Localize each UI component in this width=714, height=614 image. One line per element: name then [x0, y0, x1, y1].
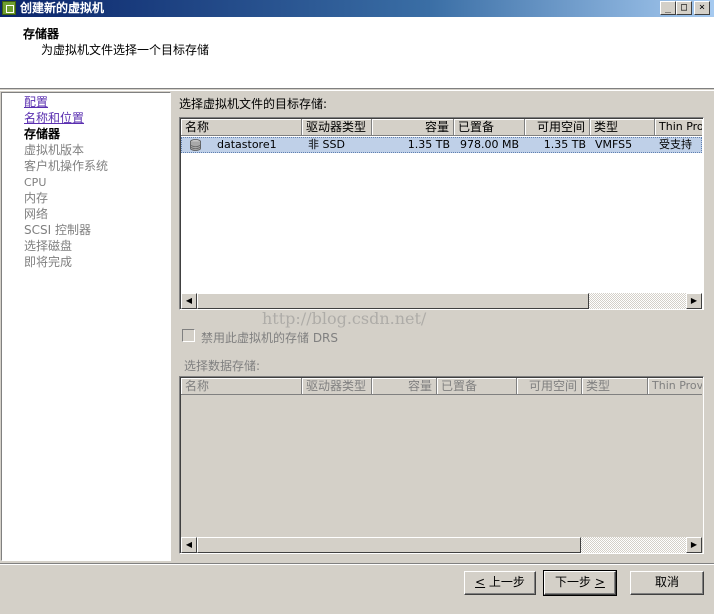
next-label: 下一步: [555, 575, 595, 589]
scroll-right-button[interactable]: ▶: [686, 293, 702, 309]
table-row[interactable]: datastore1 非 SSD 1.35 TB 978.00 MB 1.35 …: [181, 137, 702, 153]
back-label: 上一步: [485, 575, 525, 589]
cell-thin-provisioning: 受支持: [659, 138, 692, 151]
scroll-left-button[interactable]: ◀: [181, 293, 197, 309]
col-thin-provisioning[interactable]: Thin Provi: [655, 119, 702, 136]
ds-scroll-thumb: [197, 537, 581, 553]
ds-scroll-right-button: ▶: [686, 537, 702, 553]
cancel-button[interactable]: 取消: [630, 571, 704, 595]
window-title: 创建新的虚拟机: [20, 1, 105, 15]
col-provisioned[interactable]: 已置备: [454, 119, 525, 136]
target-storage-label: 选择虚拟机文件的目标存储:: [179, 97, 328, 111]
next-hotkey: >: [594, 575, 605, 589]
ds-col-type: 类型: [582, 378, 648, 395]
back-button[interactable]: < 上一步: [464, 571, 536, 595]
col-name[interactable]: 名称: [181, 119, 302, 136]
ds-col-capacity: 容量: [372, 378, 437, 395]
database-icon: [190, 139, 201, 151]
ds-col-provisioned: 已置备: [437, 378, 517, 395]
back-hotkey: <: [475, 575, 486, 589]
storage-list[interactable]: 名称 驱动器类型 容量 已置备 可用空间 类型 Thin Provi datas…: [179, 117, 704, 310]
cell-drive-type: 非 SSD: [308, 138, 345, 151]
ds-col-drive-type: 驱动器类型: [302, 378, 372, 395]
col-drive-type[interactable]: 驱动器类型: [302, 119, 372, 136]
cell-provisioned: 978.00 MB: [460, 138, 520, 151]
scroll-thumb[interactable]: [197, 293, 589, 309]
datastore-list-hscrollbar: ◀ ▶: [181, 537, 702, 553]
step-select-disk: 选择磁盘: [24, 239, 73, 253]
next-button[interactable]: 下一步 >: [543, 570, 617, 596]
cell-capacity: 1.35 TB: [407, 138, 450, 151]
step-name-location[interactable]: 名称和位置: [24, 111, 84, 126]
maximize-button[interactable]: □: [676, 1, 692, 15]
ds-col-thin-provisioning: Thin Provi: [648, 378, 702, 395]
vsphere-icon: [2, 1, 16, 15]
step-storage: 存储器: [24, 127, 61, 141]
ds-scroll-left-button: ◀: [181, 537, 197, 553]
col-free-space[interactable]: 可用空间: [525, 119, 590, 136]
title-bar: 创建新的虚拟机 _ □ ×: [0, 0, 714, 17]
step-memory: 内存: [24, 191, 49, 205]
datastore-list: 名称 驱动器类型 容量 已置备 可用空间 类型 Thin Provi ◀ ▶: [179, 376, 704, 554]
step-guest-os: 客户机操作系统: [24, 159, 109, 173]
watermark: http://blog.csdn.net/: [262, 309, 427, 328]
step-scsi-controller: SCSI 控制器: [24, 223, 91, 237]
step-cpu: CPU: [24, 176, 47, 189]
page-title: 存储器: [23, 27, 60, 41]
step-vm-version: 虚拟机版本: [24, 143, 85, 157]
wizard-header: 存储器 为虚拟机文件选择一个目标存储: [0, 17, 714, 89]
ds-col-free-space: 可用空间: [517, 378, 582, 395]
select-datastore-label: 选择数据存储:: [184, 359, 261, 373]
minimize-button[interactable]: _: [660, 1, 676, 15]
close-button[interactable]: ×: [694, 1, 710, 15]
disable-storage-drs-checkbox[interactable]: [182, 329, 195, 342]
storage-list-header: 名称 驱动器类型 容量 已置备 可用空间 类型 Thin Provi: [181, 119, 702, 136]
step-config[interactable]: 配置: [24, 95, 48, 110]
step-ready: 即将完成: [24, 255, 73, 269]
cell-type: VMFS5: [595, 138, 633, 151]
disable-storage-drs-label: 禁用此虚拟机的存储 DRS: [201, 331, 339, 345]
wizard-steps-sidebar: 配置 名称和位置 存储器 虚拟机版本 客户机操作系统 CPU 内存 网络 SCS…: [1, 92, 171, 561]
cell-free-space: 1.35 TB: [543, 138, 586, 151]
col-type[interactable]: 类型: [590, 119, 655, 136]
ds-col-name: 名称: [181, 378, 302, 395]
page-subtitle: 为虚拟机文件选择一个目标存储: [41, 43, 210, 57]
step-network: 网络: [24, 207, 49, 221]
col-capacity[interactable]: 容量: [372, 119, 454, 136]
cell-name: datastore1: [217, 138, 277, 151]
storage-list-hscrollbar[interactable]: ◀ ▶: [181, 293, 702, 309]
datastore-list-header: 名称 驱动器类型 容量 已置备 可用空间 类型 Thin Provi: [181, 378, 702, 395]
